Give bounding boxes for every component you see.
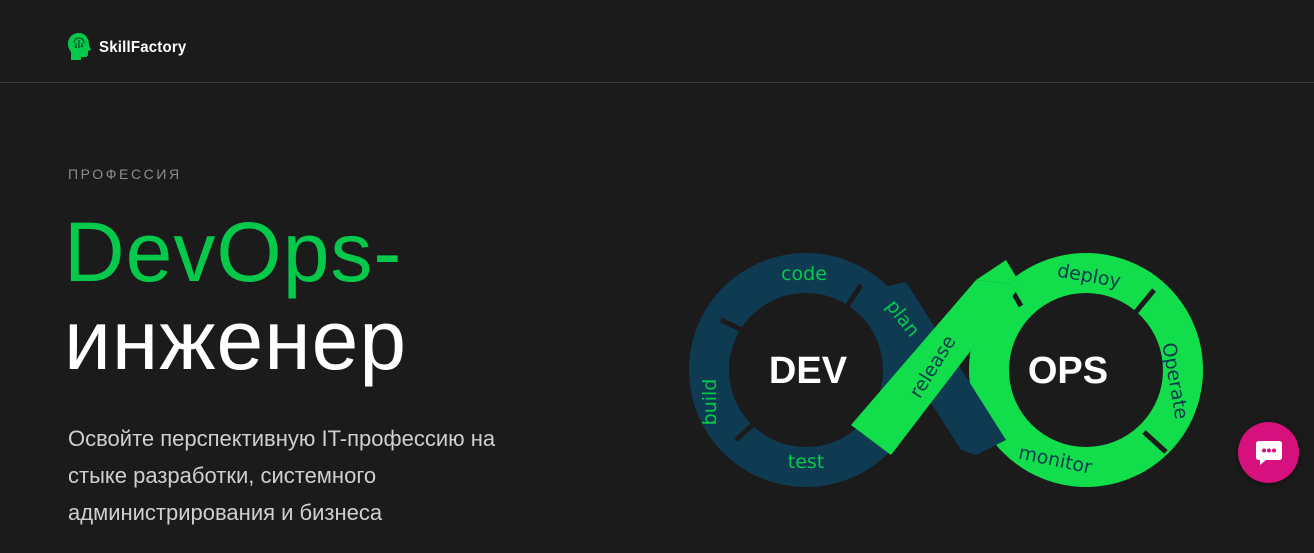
hero-subtitle: Освойте перспективную IT-профессию на ст… (68, 426, 496, 525)
landing-page: SkillFactory ПРОФЕССИЯ DevOps- инженер О… (0, 0, 1314, 553)
devops-diagram-svg: DEV OPS code build test plan release dep… (689, 253, 1203, 487)
stage-code: code (781, 263, 827, 285)
chat-button[interactable] (1238, 422, 1299, 483)
ops-label: OPS (1028, 350, 1108, 392)
stage-test: test (788, 451, 825, 473)
logo-link[interactable]: SkillFactory (67, 32, 186, 62)
dev-label: DEV (769, 350, 848, 392)
profession-label: ПРОФЕССИЯ (68, 166, 182, 182)
title-main: инженер (64, 293, 408, 387)
header: SkillFactory (0, 0, 1314, 83)
stage-build: build (699, 379, 721, 426)
chat-bubble-icon (1255, 440, 1282, 465)
devops-infinity-diagram: DEV OPS code build test plan release dep… (676, 240, 1216, 500)
title-accent: DevOps- (64, 205, 403, 299)
brain-head-icon (68, 33, 91, 60)
page-title: DevOps- инженер (64, 208, 407, 384)
logo-text: SkillFactory (99, 38, 187, 56)
